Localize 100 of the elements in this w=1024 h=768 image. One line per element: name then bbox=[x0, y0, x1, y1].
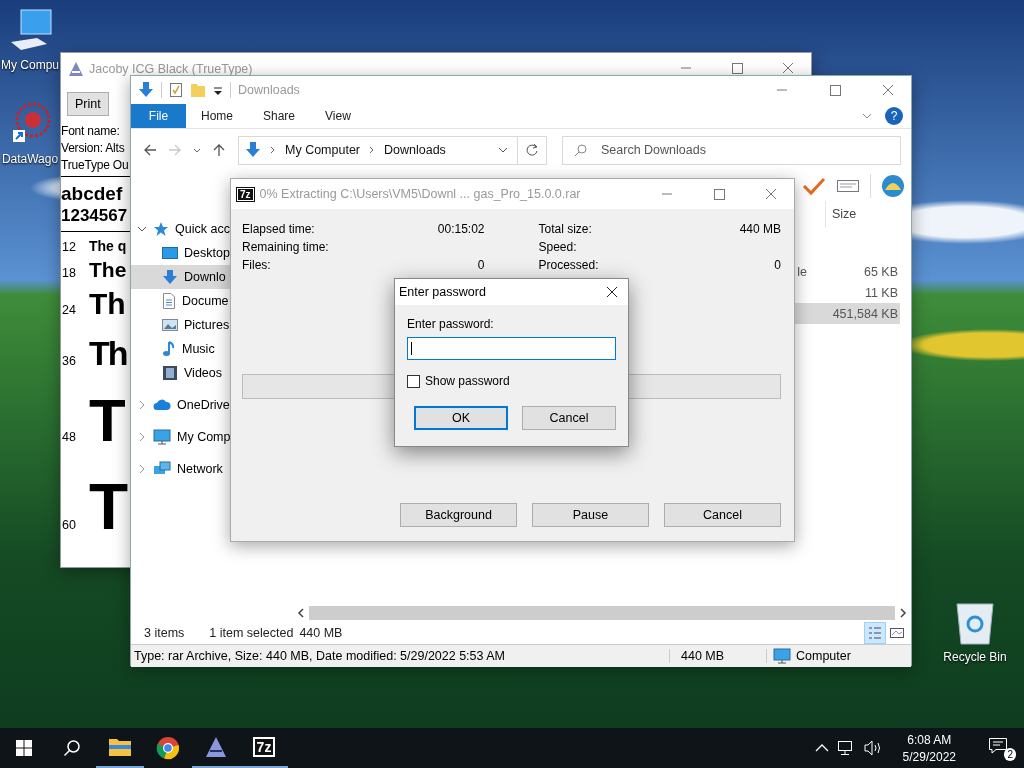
network-icon bbox=[153, 461, 171, 477]
point-size-label: 36 bbox=[61, 354, 77, 368]
selection-size: 440 MB bbox=[299, 625, 343, 640]
properties-icon[interactable] bbox=[169, 82, 183, 98]
point-size-label: 12 bbox=[61, 240, 77, 254]
pause-button[interactable]: Pause bbox=[532, 503, 649, 527]
ok-button[interactable]: OK bbox=[414, 406, 508, 430]
search-field[interactable]: Search Downloads bbox=[562, 135, 901, 165]
file-menu-button[interactable]: File bbox=[131, 104, 186, 128]
chevron-right-icon[interactable] bbox=[137, 464, 147, 474]
column-header[interactable]: Size bbox=[825, 201, 900, 228]
stat-value: 0 bbox=[774, 258, 781, 272]
monitor-icon bbox=[773, 648, 791, 664]
digits-sample: 1234567 bbox=[61, 205, 128, 227]
recycle-bin-icon[interactable] bbox=[954, 600, 996, 646]
stat-label: Total size: bbox=[538, 222, 592, 236]
card-icon[interactable] bbox=[836, 178, 860, 194]
triangle-icon[interactable] bbox=[205, 736, 227, 758]
search-icon bbox=[574, 142, 588, 157]
point-size-label: 60 bbox=[61, 518, 77, 532]
chevron-right-icon[interactable] bbox=[137, 432, 147, 442]
breadcrumb-item[interactable]: My Computer bbox=[285, 143, 361, 157]
scrollbar-thumb[interactable] bbox=[309, 606, 895, 620]
cloud-icon bbox=[153, 399, 171, 411]
table-cell: le bbox=[797, 264, 807, 279]
window-title: 0% Extracting C:\Users\VM5\Downl ... gas_Pro_15.0.0.rar bbox=[259, 187, 581, 201]
desktop-icon-label[interactable]: My Compu bbox=[1, 58, 59, 72]
shell-icon[interactable] bbox=[881, 174, 905, 198]
print-button[interactable]: Print bbox=[67, 92, 109, 116]
image-icon bbox=[162, 318, 178, 332]
cancel-button[interactable]: Cancel bbox=[522, 406, 616, 430]
back-arrow-icon[interactable] bbox=[142, 142, 158, 158]
sample-text: The q bbox=[89, 237, 127, 256]
point-size-label: 18 bbox=[61, 266, 77, 280]
folder-icon[interactable] bbox=[108, 737, 132, 757]
network-icon[interactable] bbox=[836, 740, 855, 756]
browser-icon[interactable] bbox=[156, 736, 180, 760]
address-bar[interactable]: My Computer Downloads bbox=[238, 135, 547, 165]
notification-count: 2 bbox=[1004, 748, 1016, 761]
start-button[interactable] bbox=[16, 740, 32, 756]
alphabet-sample: abcdef bbox=[61, 183, 123, 205]
star-icon bbox=[153, 221, 169, 237]
chevron-up-icon[interactable] bbox=[814, 743, 829, 753]
monitor-icon bbox=[153, 429, 171, 445]
sample-text: Th bbox=[89, 286, 126, 322]
speaker-icon[interactable] bbox=[862, 740, 883, 756]
font-info-line: TrueType Ou bbox=[61, 157, 129, 174]
triangle-icon bbox=[68, 61, 84, 77]
stat-label: Speed: bbox=[538, 240, 577, 254]
checkmark-icon[interactable] bbox=[802, 176, 826, 196]
zone-text: Computer bbox=[796, 649, 851, 663]
document-icon bbox=[162, 293, 176, 309]
window-title: Jacoby ICG Black (TrueType) bbox=[89, 62, 253, 76]
point-size-label: 48 bbox=[61, 430, 77, 444]
stat-label: Remaining time: bbox=[242, 240, 329, 254]
password-field[interactable] bbox=[407, 337, 616, 360]
file-size-text: 440 MB bbox=[670, 649, 767, 663]
scroll-left-icon[interactable] bbox=[295, 606, 307, 620]
desktop-icon bbox=[162, 246, 178, 260]
stat-value: 00:15:02 bbox=[437, 222, 485, 236]
scroll-right-icon[interactable] bbox=[897, 606, 909, 620]
chevron-down-icon[interactable] bbox=[137, 224, 147, 234]
sample-text: T bbox=[89, 386, 126, 456]
up-arrow-icon[interactable] bbox=[211, 142, 227, 158]
table-cell-text: 65 KB bbox=[862, 264, 899, 279]
archiver-app-icon: 7z bbox=[237, 187, 254, 201]
sample-text: Th bbox=[89, 333, 127, 374]
file-details-text: Type: rar Archive, Size: 440 MB, Date modified: 5/29/2022 5:53 AM bbox=[131, 649, 670, 663]
dialog-title: Enter password bbox=[399, 285, 487, 299]
chevron-right-icon[interactable] bbox=[137, 400, 147, 410]
help-button[interactable]: ? bbox=[885, 107, 903, 125]
font-info-line: Version: Alts bbox=[61, 140, 125, 157]
archiver-app-icon[interactable]: 7z bbox=[252, 737, 276, 757]
desktop-icon-label[interactable]: Recycle Bin bbox=[943, 650, 1007, 664]
window-title: Downloads bbox=[238, 83, 300, 97]
music-note-icon bbox=[162, 341, 176, 357]
download-arrow-icon bbox=[138, 81, 154, 99]
item-count: 3 items bbox=[144, 625, 185, 640]
checkbox-label[interactable]: Show password bbox=[425, 374, 510, 388]
sample-text: The bbox=[89, 257, 127, 283]
stat-value: 0 bbox=[477, 258, 485, 272]
point-size-label: 24 bbox=[61, 303, 77, 317]
film-strip-icon bbox=[162, 365, 178, 381]
breadcrumb-item[interactable]: Downloads bbox=[384, 143, 446, 157]
refresh-icon[interactable] bbox=[525, 143, 539, 157]
stat-value: 440 MB bbox=[739, 222, 781, 236]
stat-label: Elapsed time: bbox=[242, 222, 315, 236]
background-button[interactable]: Background bbox=[400, 503, 517, 527]
sample-text: T bbox=[89, 470, 129, 545]
clock-button[interactable]: 6:08 AM 5/29/2022 bbox=[896, 731, 962, 765]
field-label: Enter password: bbox=[407, 317, 495, 331]
cancel-button[interactable]: Cancel bbox=[664, 503, 781, 527]
checkbox[interactable] bbox=[407, 374, 420, 388]
notification-icon[interactable] bbox=[988, 737, 1008, 755]
search-icon[interactable] bbox=[63, 739, 81, 757]
download-arrow-icon bbox=[162, 269, 178, 285]
stat-label: Processed: bbox=[538, 258, 599, 272]
chevron-right-icon bbox=[269, 145, 277, 155]
selection-count: 1 item selected bbox=[209, 625, 294, 640]
desktop-icon-label[interactable]: DataWago bbox=[1, 152, 59, 166]
